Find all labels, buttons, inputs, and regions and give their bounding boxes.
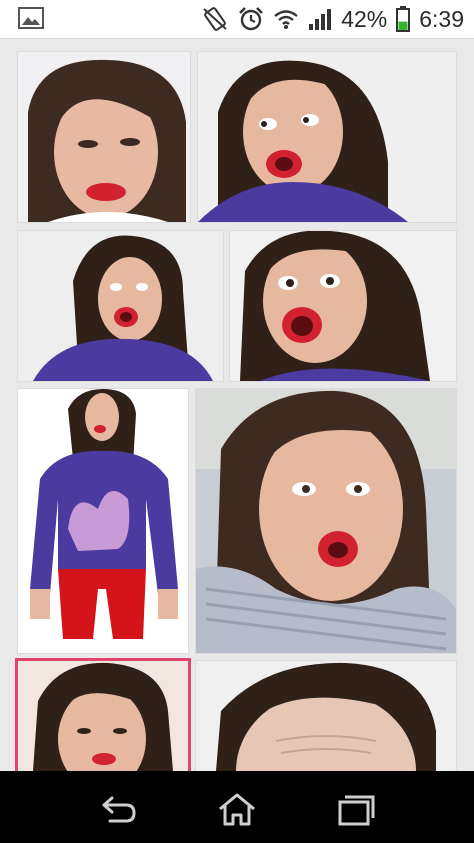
home-icon — [217, 793, 257, 827]
navigation-bar — [0, 771, 474, 843]
back-arrow-icon — [98, 793, 138, 827]
image-gallery-grid — [0, 38, 474, 771]
battery-percent: 42% — [341, 5, 388, 32]
back-button[interactable] — [98, 793, 138, 827]
cellular-signal-icon — [308, 8, 332, 30]
alarm-clock-icon — [238, 6, 264, 32]
status-bar: 42% 6:39 — [0, 0, 474, 38]
gallery-image-5[interactable] — [18, 389, 188, 653]
recent-apps-icon — [336, 793, 376, 827]
gallery-picture-icon — [18, 7, 44, 29]
gallery-image-7[interactable] — [18, 661, 188, 771]
status-icons: 42% 6:39 — [201, 0, 464, 38]
gallery-image-8[interactable] — [196, 661, 456, 771]
wifi-icon — [273, 8, 299, 30]
gallery-image-6[interactable] — [196, 389, 456, 653]
home-button[interactable] — [217, 793, 257, 827]
battery-icon — [396, 6, 411, 32]
gallery-image-1[interactable] — [18, 52, 190, 222]
gallery-image-3[interactable] — [18, 231, 223, 381]
clock-time: 6:39 — [419, 5, 464, 32]
gallery-image-2[interactable] — [198, 52, 456, 222]
rotation-lock-icon — [201, 6, 229, 32]
gallery-image-4[interactable] — [230, 231, 456, 381]
recent-apps-button[interactable] — [336, 793, 376, 827]
